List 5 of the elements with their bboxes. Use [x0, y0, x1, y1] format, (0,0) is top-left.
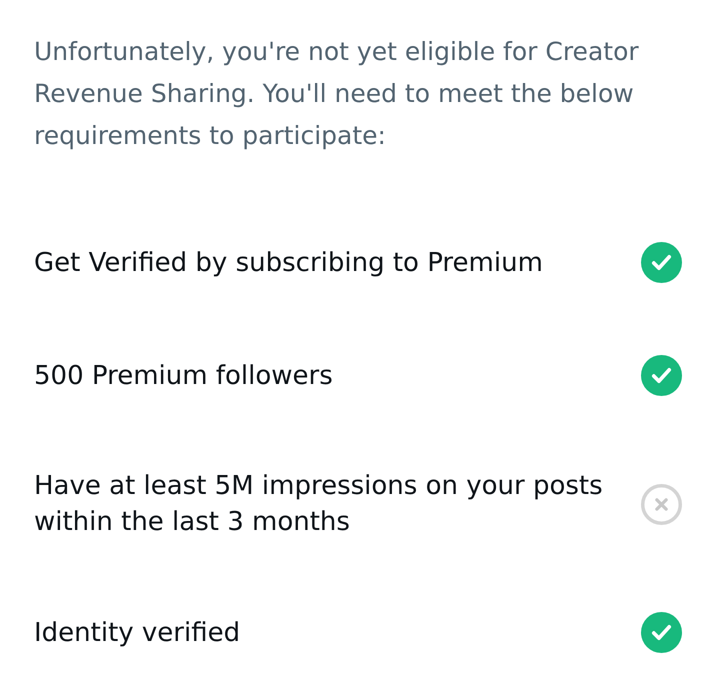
requirement-label: 500 Premium followers	[34, 360, 334, 392]
eligibility-message: Unfortunately, you're not yet eligible for Creator Revenue Sharing. You'll need to meet the below requirements to participate:	[34, 36, 640, 152]
requirement-label: Identity verified	[34, 616, 242, 650]
requirement-label: Have at least 5M impressions on your posts within the last 3 months	[34, 470, 604, 539]
requirement-label: Get Verified by subscribing to Premium	[34, 246, 544, 280]
